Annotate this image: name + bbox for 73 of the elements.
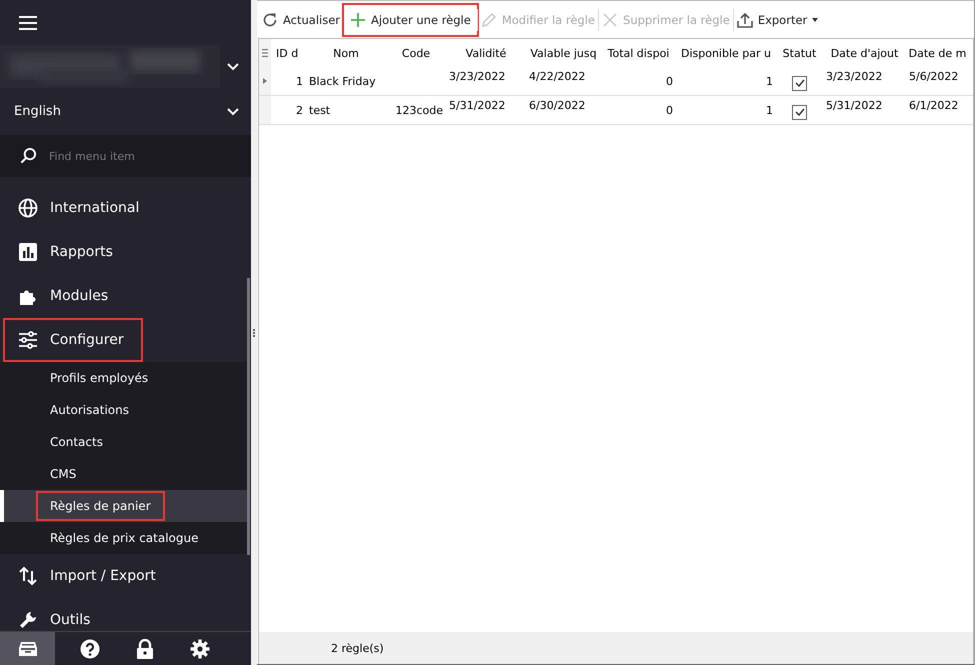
help-icon — [80, 638, 100, 658]
column-header[interactable]: Validité — [446, 46, 526, 60]
search-field[interactable]: Find menu item — [0, 135, 251, 177]
table-cell: 1 — [766, 74, 773, 88]
close-icon — [602, 12, 618, 28]
check-icon — [794, 79, 804, 87]
up-down-arrows-icon — [18, 566, 38, 586]
menu-item[interactable]: Import / Export — [0, 554, 247, 598]
record-count: 2 règle(s) — [331, 642, 384, 654]
submenu-item[interactable]: Règles de panier — [0, 490, 247, 522]
column-header[interactable]: ID d — [271, 46, 306, 60]
scrollbar[interactable] — [247, 278, 250, 555]
row-indicator[interactable] — [259, 67, 271, 95]
menu-icon[interactable] — [19, 16, 37, 30]
menu-item[interactable]: Configurer — [3, 318, 143, 362]
lock-icon — [134, 638, 154, 658]
table-cell: 0 — [666, 104, 673, 116]
table-cell: test — [309, 104, 330, 116]
table-cell: Black Friday — [309, 74, 376, 88]
chevron-down-icon — [227, 108, 239, 116]
menu-item[interactable]: Rapports — [0, 230, 247, 274]
table-cell: 5/31/2022 — [826, 99, 882, 112]
status-checkbox[interactable] — [792, 76, 807, 90]
caret-icon — [812, 18, 818, 22]
table-cell: 4/22/2022 — [529, 70, 586, 83]
globe-icon — [18, 198, 38, 218]
toolbar-button[interactable]: Ajouter une règle — [344, 4, 477, 34]
table-cell: 0 — [666, 74, 673, 88]
splitter-handle-icon[interactable] — [253, 328, 255, 336]
column-header[interactable]: Nom — [306, 46, 386, 60]
column-header[interactable]: Disponible par u — [676, 46, 776, 60]
table-cell: 6/30/2022 — [529, 99, 586, 112]
current-row-icon — [263, 78, 267, 84]
table-cell: 123code — [395, 104, 443, 116]
table-cell: 3/23/2022 — [826, 70, 882, 83]
column-header[interactable]: Statut — [776, 46, 823, 60]
menu-item[interactable]: Modules — [0, 274, 247, 318]
submenu-item[interactable]: Règles de prix catalogue — [0, 522, 247, 554]
table-cell: 5/31/2022 — [449, 99, 506, 112]
status-checkbox[interactable] — [792, 104, 807, 120]
column-header[interactable]: Total dispoi — [601, 46, 676, 60]
chevron-down-icon — [227, 62, 239, 70]
table-cell: 3/23/2022 — [449, 70, 506, 83]
table-cell: 6/1/2022 — [909, 99, 958, 112]
toolbar-button[interactable]: Exporter — [734, 4, 822, 34]
submenu-item[interactable]: Contacts — [0, 426, 247, 458]
refresh-icon — [262, 12, 278, 28]
pencil-icon — [480, 12, 497, 28]
table-cell: 2 — [296, 104, 303, 116]
table-cell: 1 — [766, 104, 773, 116]
plus-icon — [350, 12, 366, 28]
column-header[interactable]: Code — [386, 46, 446, 60]
wrench-icon — [18, 610, 38, 630]
column-header[interactable]: Date de m — [906, 46, 969, 60]
column-chooser[interactable] — [259, 39, 271, 67]
submenu-item[interactable]: Autorisations — [0, 394, 247, 426]
submenu-item[interactable]: Profils employés — [0, 362, 247, 394]
inbox-button[interactable] — [0, 632, 55, 665]
table-cell: 1 — [296, 74, 303, 88]
toolbar-button[interactable]: Actualiser — [259, 4, 344, 34]
sliders-icon — [18, 330, 38, 350]
column-header[interactable]: Valable jusq — [526, 46, 601, 60]
settings-icon — [190, 638, 210, 658]
bar-chart-icon — [18, 242, 38, 262]
search-icon — [20, 147, 37, 164]
upload-icon — [736, 12, 753, 28]
check-icon — [794, 108, 804, 116]
menu-item[interactable]: International — [0, 186, 247, 230]
menu-item[interactable]: Outils — [0, 598, 247, 631]
language-selector[interactable]: English — [0, 88, 251, 135]
submenu-item[interactable]: CMS — [0, 458, 247, 490]
column-header[interactable]: Date d'ajout — [823, 46, 906, 60]
table-cell: 5/6/2022 — [909, 70, 958, 83]
